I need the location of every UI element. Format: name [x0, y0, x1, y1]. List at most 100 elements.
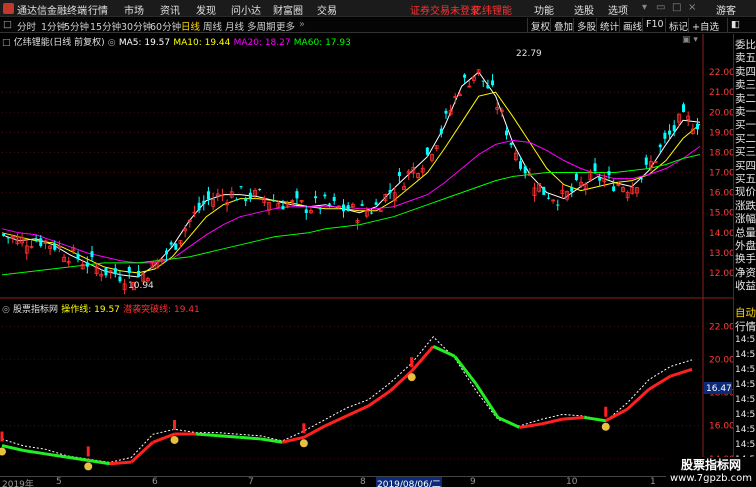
layout-icon[interactable]: □: [3, 19, 12, 30]
candle-body: [239, 186, 243, 188]
period-1min[interactable]: 1分钟: [41, 19, 66, 33]
candle-body: [463, 74, 467, 78]
candle-body: [206, 191, 210, 200]
add-favorite-button[interactable]: +自选: [688, 18, 722, 33]
app-logo-icon: [3, 3, 14, 14]
indicator-y-tick-label: 22.00: [709, 323, 733, 333]
cursor-date: 2019/08/06/二: [376, 477, 442, 487]
side-tab-quotes[interactable]: 行情: [735, 319, 756, 334]
minimize-icon[interactable]: ▭: [656, 2, 665, 13]
date-tick: 6: [152, 477, 158, 487]
f10-button[interactable]: F10: [642, 18, 667, 32]
menu-stock-picker[interactable]: 选股: [574, 2, 594, 17]
breakout-line-segment: [217, 434, 240, 439]
y-tick-label: 18.00: [709, 148, 733, 158]
legend-ma60: MA60: 17.93: [293, 38, 351, 48]
candle-body: [113, 268, 117, 275]
guest-label[interactable]: 游客: [716, 2, 736, 17]
indicator-line2: 潜袭突破线: 19.41: [123, 305, 200, 315]
side-time: 14:5: [735, 335, 756, 345]
more-chevron-icon[interactable]: »: [299, 19, 305, 30]
period-30min[interactable]: 30分钟: [121, 19, 152, 33]
period-15min[interactable]: 15分钟: [90, 19, 121, 33]
period-toolbar: □ 分时 1分钟 5分钟 15分钟 30分钟 60分钟 日线 周线 月线 多周期…: [0, 18, 756, 33]
signal-bar: [173, 419, 176, 430]
side-time: 14:5: [735, 365, 756, 375]
menu-trade[interactable]: 交易: [317, 2, 337, 17]
candle-body: [6, 237, 10, 239]
date-tick: 8: [360, 477, 366, 487]
candle-body: [360, 204, 364, 206]
candle-body: [127, 266, 131, 273]
candle-body: [53, 243, 57, 250]
legend-ma10: MA10: 19.44: [173, 38, 231, 48]
candle-body: [202, 200, 206, 205]
period-daily[interactable]: 日线: [181, 19, 200, 33]
menu-market[interactable]: 市场: [124, 2, 144, 17]
candle-body: [174, 243, 178, 250]
period-intraday[interactable]: 分时: [17, 19, 36, 33]
indicator-settings-icon[interactable]: ◎: [2, 305, 10, 315]
candle-body: [248, 192, 252, 200]
period-60min[interactable]: 60分钟: [150, 19, 181, 33]
period-weekly[interactable]: 周线: [203, 19, 222, 33]
period-more[interactable]: 更多: [276, 19, 295, 33]
candle-body: [523, 166, 527, 174]
menu-wealth[interactable]: 财富圈: [273, 2, 303, 17]
pane-config-icon[interactable]: ▣ ▾: [682, 35, 698, 45]
chart-area[interactable]: 12.00 13.00 14.00 15.00 16.00 17.00 18.00 19.00…: [0, 34, 733, 476]
quote-side-panel: 委比 卖五 卖四 卖三 卖二 卖一 买一 买二 买三 买四 买五 现价 涨跌 涨幅 总量 外盘 换手 净资 收益 自…: [733, 34, 756, 476]
candle-body: [658, 144, 662, 148]
menu-ask[interactable]: 问小达: [231, 2, 261, 17]
signal-bar: [0, 431, 4, 442]
side-time: 14:5: [735, 350, 756, 360]
menu-quotes[interactable]: 行情: [88, 2, 108, 17]
menu-options[interactable]: 选项: [608, 2, 628, 17]
candle-body: [542, 186, 546, 195]
watermark-url: www.7gpzb.com: [670, 473, 752, 484]
side-time: 14:5: [735, 395, 756, 405]
candle-body: [388, 189, 392, 193]
indicator-y-tick-label: 16.00: [709, 422, 733, 432]
date-tick: 9: [470, 477, 476, 487]
panel-toggle-icon[interactable]: ◧: [727, 18, 743, 32]
candle-body: [323, 194, 327, 197]
period-monthly[interactable]: 月线: [225, 19, 244, 33]
breakout-line-segment: [239, 435, 261, 441]
legend-stock-name: 亿纬锂能(日线 前复权): [13, 38, 105, 48]
legend-ma5: MA5: 19.57: [118, 38, 171, 48]
candle-body: [244, 198, 248, 201]
breakout-line-segment: [195, 432, 218, 438]
period-5min[interactable]: 5分钟: [64, 19, 89, 33]
candle-body: [234, 199, 238, 201]
high-price-label: 22.79: [516, 49, 542, 59]
close-icon[interactable]: ×: [688, 2, 696, 13]
candle-body: [169, 242, 173, 245]
menu-bar: 通达信金融终端 行情 市场 资讯 发现 问小达 财富圈 交易 证券交易未登录 亿…: [0, 0, 756, 17]
menu-news[interactable]: 资讯: [160, 2, 180, 17]
signal-bar: [410, 357, 414, 368]
date-tick: 1: [650, 477, 656, 487]
legend-square-icon[interactable]: □: [2, 38, 11, 48]
menu-functions[interactable]: 功能: [534, 2, 554, 17]
y-tick-label: 17.00: [709, 169, 733, 179]
login-alert[interactable]: 证券交易未登录: [410, 2, 480, 17]
candle-body: [34, 239, 38, 241]
indicator-value-text: 16.47: [706, 384, 732, 394]
side-tab-auto[interactable]: 自动: [735, 305, 756, 320]
indicator-name: 股票指标网: [13, 305, 59, 315]
maximize-icon[interactable]: □: [672, 2, 681, 13]
period-multi[interactable]: 多周期: [247, 19, 276, 33]
candle-body: [546, 197, 550, 199]
breakout-line-segment: [109, 460, 132, 466]
menu-discover[interactable]: 发现: [196, 2, 216, 17]
candle-body: [374, 202, 378, 205]
main-legend: □ 亿纬锂能(日线 前复权) ◎ MA5: 19.57 MA10: 19.44 …: [2, 35, 351, 48]
legend-settings-icon[interactable]: ◎: [108, 38, 116, 48]
y-tick-label: 12.00: [709, 269, 733, 279]
candle-body: [505, 130, 509, 136]
side-time: 14:5: [735, 440, 756, 450]
y-tick-label: 14.00: [709, 229, 733, 239]
candle-body: [696, 123, 699, 130]
settings-icon[interactable]: ▾: [642, 2, 647, 13]
